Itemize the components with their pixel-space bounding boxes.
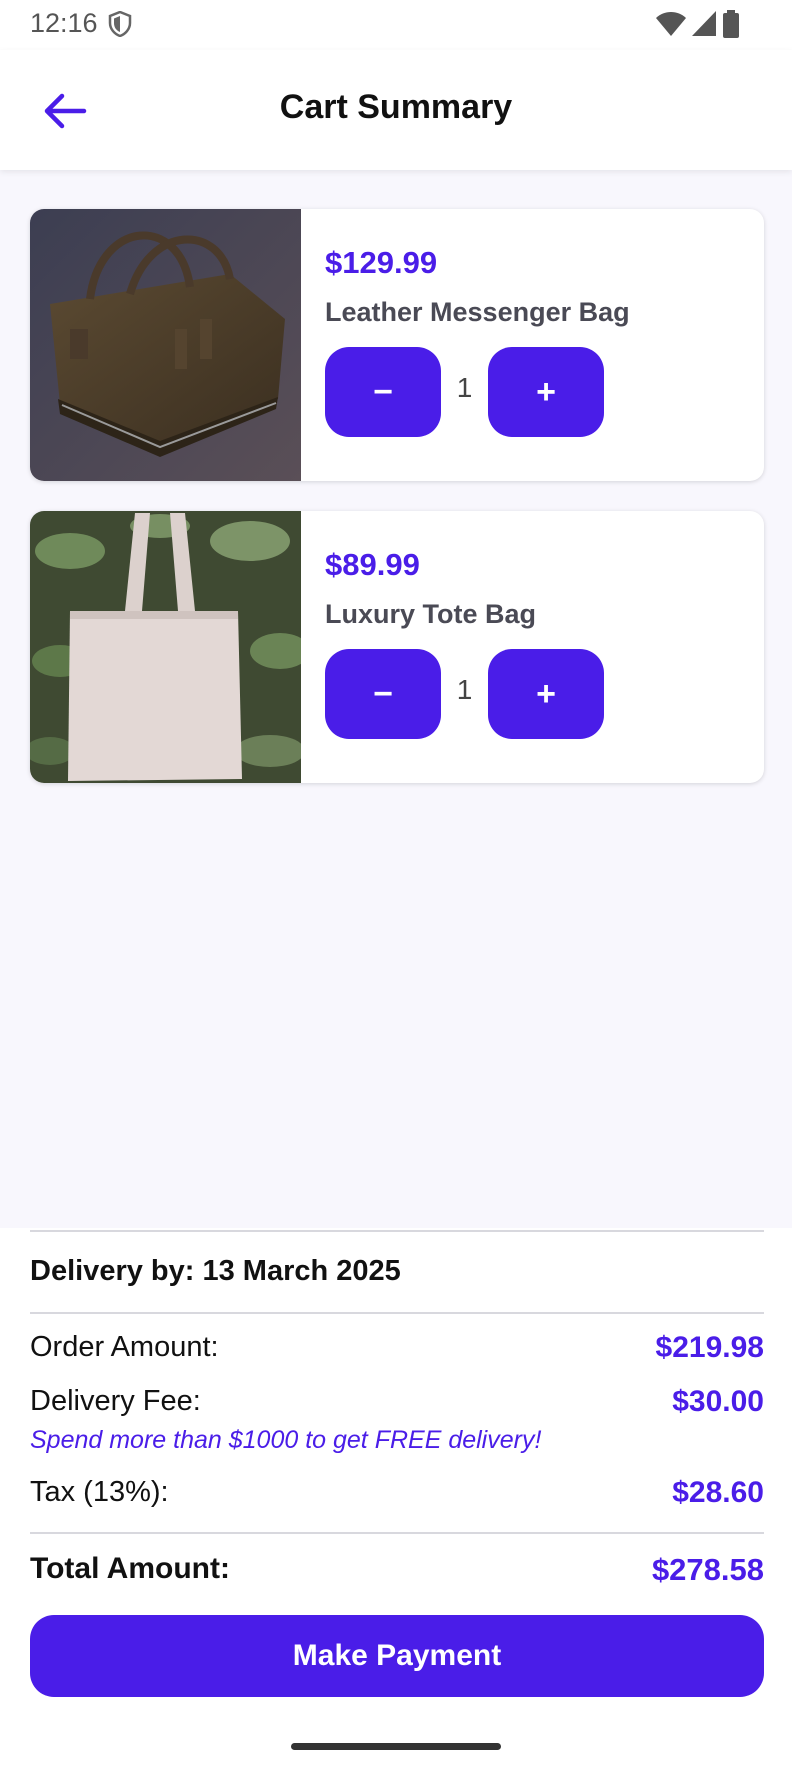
cart-item-card: $129.99 Leather Messenger Bag − 1 + <box>30 209 764 481</box>
app-bar: Cart Summary <box>0 50 792 170</box>
leather-bag-image <box>30 209 301 481</box>
tax-label: Tax (13%): <box>30 1476 169 1508</box>
increase-quantity-button[interactable]: + <box>488 347 604 437</box>
divider <box>30 1312 764 1314</box>
make-payment-button[interactable]: Make Payment <box>30 1615 764 1697</box>
wifi-icon <box>656 12 686 36</box>
status-icons <box>656 10 740 38</box>
product-price: $129.99 <box>325 245 438 280</box>
divider <box>30 1532 764 1534</box>
quantity-value: 1 <box>456 674 473 705</box>
total-amount-value: $278.58 <box>651 1552 764 1587</box>
tax-value: $28.60 <box>672 1476 764 1509</box>
status-bar: 12:16 <box>0 0 792 50</box>
total-amount-label: Total Amount: <box>30 1552 230 1585</box>
delivery-fee-label: Delivery Fee: <box>30 1385 201 1417</box>
quantity-value: 1 <box>456 372 473 403</box>
product-name: Luxury Tote Bag <box>325 599 537 629</box>
decrease-quantity-button[interactable]: − <box>325 347 441 437</box>
free-delivery-promo: Spend more than $1000 to get FREE delive… <box>30 1426 542 1454</box>
signal-icon <box>692 11 716 36</box>
cart-list: $129.99 Leather Messenger Bag − 1 + $89.… <box>30 209 764 813</box>
page-title: Cart Summary <box>279 88 513 126</box>
shield-icon <box>108 11 132 37</box>
tote-bag-image <box>30 511 301 783</box>
cart-item-card: $89.99 Luxury Tote Bag − 1 + <box>30 511 764 783</box>
order-amount-label: Order Amount: <box>30 1331 219 1363</box>
delivery-date: Delivery by: 13 March 2025 <box>30 1255 401 1287</box>
divider <box>30 1230 764 1232</box>
delivery-fee-value: $30.00 <box>672 1385 764 1418</box>
home-indicator <box>291 1743 501 1750</box>
status-time: 12:16 <box>30 8 98 38</box>
increase-quantity-button[interactable]: + <box>488 649 604 739</box>
product-price: $89.99 <box>325 547 420 582</box>
order-summary: Delivery by: 13 March 2025 Order Amount:… <box>0 1228 792 1766</box>
order-amount-value: $219.98 <box>655 1331 764 1364</box>
decrease-quantity-button[interactable]: − <box>325 649 441 739</box>
product-name: Leather Messenger Bag <box>325 297 630 327</box>
battery-icon <box>723 10 739 38</box>
